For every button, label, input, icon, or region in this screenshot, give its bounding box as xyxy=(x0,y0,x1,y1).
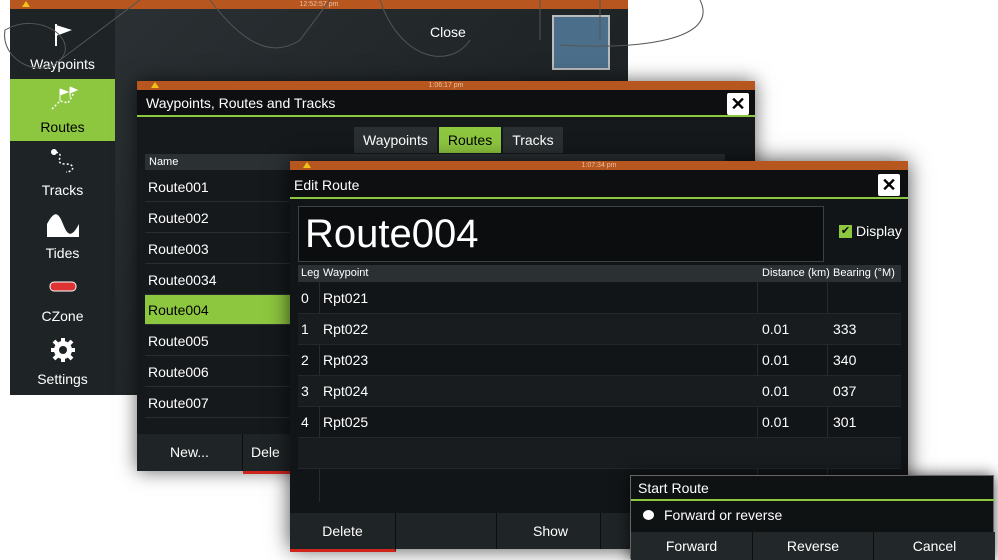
window-title: Waypoints, Routes and Tracks xyxy=(146,95,336,111)
sidebar-item-label: Tracks xyxy=(41,182,84,198)
sidebar: Waypoints Routes Tracks Tides CZone Sett… xyxy=(10,9,115,395)
cell-bearing: 037 xyxy=(833,383,857,399)
cell-leg: 3 xyxy=(301,383,309,399)
sidebar-item-label: Routes xyxy=(40,119,85,135)
column-header-bearing: Bearing (°M) xyxy=(833,267,895,279)
sidebar-item-label: Waypoints xyxy=(30,56,95,72)
cell-bearing: 340 xyxy=(833,352,857,368)
clock: 12:52:57 pm xyxy=(299,1,339,8)
display-checkbox[interactable]: ✔ Display xyxy=(839,223,902,239)
clock: 1:06:17 pm xyxy=(428,82,464,89)
cell-waypoint: Rpt024 xyxy=(323,383,369,399)
table-row-empty xyxy=(298,438,901,469)
window-header: Edit Route ✕ xyxy=(290,170,908,199)
cell-bearing: 301 xyxy=(833,414,857,430)
table-row[interactable]: 4 Rpt025 0.01 301 xyxy=(298,407,901,438)
start-route-dialog: Start Route Forward or reverse Forward R… xyxy=(630,475,995,560)
window-title: Edit Route xyxy=(294,177,360,193)
cell-bearing: 333 xyxy=(833,321,857,337)
tab-routes[interactable]: Routes xyxy=(438,127,502,153)
list-item-selected[interactable]: Route004 xyxy=(145,295,290,325)
show-button[interactable]: Show xyxy=(498,513,603,549)
list-item[interactable]: Route006 xyxy=(145,357,290,387)
window-header: Waypoints, Routes and Tracks ✕ xyxy=(137,90,755,117)
clock: 1:07:34 pm xyxy=(581,162,617,169)
gear-icon xyxy=(50,338,75,362)
table-header: Leg Waypoint Distance (km) Bearing (°M) xyxy=(298,265,901,282)
cell-leg: 0 xyxy=(301,290,309,306)
cell-waypoint: Rpt025 xyxy=(323,414,369,430)
cancel-button[interactable]: Cancel xyxy=(874,532,995,560)
route-flags-icon xyxy=(50,86,78,110)
reverse-button[interactable]: Reverse xyxy=(753,532,874,560)
delete-button[interactable]: Delete xyxy=(290,513,396,552)
cell-leg: 4 xyxy=(301,414,309,430)
tab-bar: Waypoints Routes Tracks xyxy=(354,127,565,153)
sidebar-item-routes[interactable]: Routes xyxy=(10,79,115,141)
sidebar-item-waypoints[interactable]: Waypoints xyxy=(10,16,115,78)
table-row[interactable]: 2 Rpt023 0.01 340 xyxy=(298,345,901,376)
display-label: Display xyxy=(856,223,902,239)
column-header-leg: Leg xyxy=(301,267,320,279)
cell-leg: 1 xyxy=(301,321,309,337)
sidebar-item-label: CZone xyxy=(41,308,84,324)
close-label[interactable]: Close xyxy=(430,24,466,40)
sidebar-item-label: Settings xyxy=(37,371,88,387)
cell-distance: 0.01 xyxy=(762,414,790,430)
close-icon[interactable]: ✕ xyxy=(878,174,900,196)
dialog-message: Forward or reverse xyxy=(643,507,782,523)
toolbar-empty-slot xyxy=(396,513,497,549)
sidebar-item-czone[interactable]: CZone xyxy=(10,268,115,330)
checkmark-icon: ✔ xyxy=(839,224,852,238)
route-name-field[interactable]: Route004 xyxy=(298,206,824,262)
dialog-message-text: Forward or reverse xyxy=(664,507,783,523)
sidebar-item-tides[interactable]: Tides xyxy=(10,205,115,267)
list-item[interactable]: Route001 xyxy=(145,172,290,202)
column-header-distance: Distance (km) xyxy=(762,267,830,279)
tab-waypoints[interactable]: Waypoints xyxy=(354,127,437,153)
column-header-name[interactable]: Name xyxy=(149,154,178,170)
list-item[interactable]: Route005 xyxy=(145,326,290,356)
chart-thumbnail[interactable] xyxy=(552,15,610,70)
table-row[interactable]: 0 Rpt021 xyxy=(298,283,901,314)
status-bar: 1:06:17 pm xyxy=(137,81,755,90)
forward-button[interactable]: Forward xyxy=(631,532,753,560)
status-bar: 12:52:57 pm xyxy=(10,0,628,9)
list-item[interactable]: Route007 xyxy=(145,388,290,418)
table-row[interactable]: 3 Rpt024 0.01 037 xyxy=(298,376,901,407)
dialog-buttons: Forward Reverse Cancel xyxy=(631,532,995,560)
cell-waypoint: Rpt023 xyxy=(323,352,369,368)
dialog-header: Start Route xyxy=(631,476,995,501)
cell-distance: 0.01 xyxy=(762,321,790,337)
tide-wave-icon xyxy=(46,214,79,237)
tab-tracks[interactable]: Tracks xyxy=(503,127,563,153)
status-bar: 1:07:34 pm xyxy=(290,161,908,170)
cell-distance: 0.01 xyxy=(762,352,790,368)
cell-waypoint: Rpt022 xyxy=(323,321,369,337)
close-icon[interactable]: ✕ xyxy=(727,93,749,115)
czone-icon xyxy=(49,281,76,292)
flag-icon xyxy=(54,24,72,46)
cell-leg: 2 xyxy=(301,352,309,368)
question-icon xyxy=(643,510,654,520)
list-item[interactable]: Route002 xyxy=(145,203,290,233)
track-icon xyxy=(50,149,73,173)
sidebar-item-label: Tides xyxy=(45,245,80,261)
cell-waypoint: Rpt021 xyxy=(323,290,369,306)
sidebar-item-tracks[interactable]: Tracks xyxy=(10,142,115,204)
column-header-waypoint: Waypoint xyxy=(323,267,369,279)
list-item[interactable]: Route0034 xyxy=(145,265,290,295)
list-item[interactable]: Route003 xyxy=(145,234,290,264)
sidebar-item-settings[interactable]: Settings xyxy=(10,331,115,393)
new-button[interactable]: New... xyxy=(137,434,243,471)
table-row[interactable]: 1 Rpt022 0.01 333 xyxy=(298,314,901,345)
cell-distance: 0.01 xyxy=(762,383,790,399)
